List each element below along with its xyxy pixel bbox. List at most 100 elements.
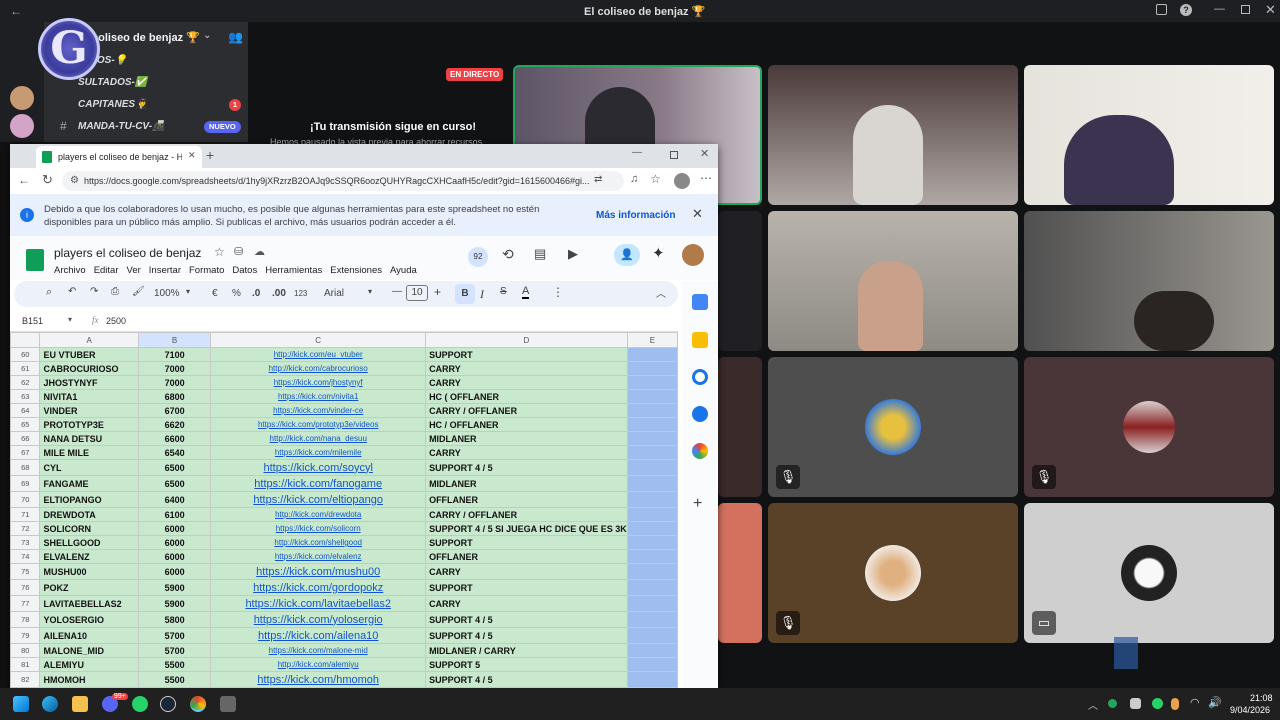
role-cell[interactable]: SUPPORT 4 / 5 [425, 671, 628, 688]
player-name-cell[interactable]: DREWDOTA [39, 507, 139, 522]
empty-cell[interactable] [626, 375, 678, 390]
more-menu-icon[interactable]: ⋯ [700, 171, 712, 185]
doc-title[interactable]: players el coliseo de benjaz [54, 246, 201, 260]
player-name-cell[interactable]: PROTOTYP3E [39, 417, 139, 432]
channel-item[interactable]: # MANDA-TU-CV-📠 NUEVO [48, 118, 244, 136]
role-cell[interactable]: OFFLANER [425, 549, 628, 564]
role-cell[interactable]: SUPPORT [425, 579, 628, 596]
player-name-cell[interactable]: VINDER [39, 403, 139, 418]
link-cell[interactable]: https://kick.com/soycyl [210, 459, 427, 476]
strikethrough-icon[interactable]: S [500, 286, 507, 297]
back-icon[interactable]: ← [18, 173, 30, 187]
role-cell[interactable]: CARRY [425, 445, 628, 460]
menu-item[interactable]: Ver [127, 265, 141, 276]
link-cell[interactable]: https://kick.com/ailena10 [210, 627, 427, 644]
player-name-cell[interactable]: MALONE_MID [39, 643, 139, 658]
row-number[interactable]: 72 [10, 521, 41, 536]
chrome-icon[interactable] [190, 696, 206, 712]
video-tile-participant[interactable] [1024, 65, 1274, 205]
empty-cell[interactable] [626, 475, 678, 492]
value-cell[interactable]: 6100 [137, 507, 212, 522]
collapse-toolbar-icon[interactable]: ︿ [656, 285, 666, 300]
value-cell[interactable]: 7100 [137, 347, 212, 362]
increase-font-size-icon[interactable]: + [434, 285, 441, 299]
link-cell[interactable]: http://kick.com/alemiyu [210, 657, 427, 672]
player-name-cell[interactable]: NANA DETSU [39, 431, 139, 446]
empty-cell[interactable] [626, 671, 678, 688]
value-cell[interactable]: 6620 [137, 417, 212, 432]
close-icon[interactable]: ✕ [700, 147, 709, 160]
link-cell[interactable]: http://kick.com/drewdota [210, 507, 427, 522]
minimize-icon[interactable]: — [1214, 3, 1225, 15]
link-cell[interactable]: https://kick.com/jhostynyf [210, 375, 427, 390]
role-cell[interactable]: MIDLANER [425, 431, 628, 446]
new-tab-icon[interactable]: + [206, 147, 214, 163]
dismiss-banner-icon[interactable]: ✕ [692, 206, 703, 222]
role-cell[interactable]: CARRY / OFFLANER [425, 403, 628, 418]
value-cell[interactable]: 6000 [137, 535, 212, 550]
maximize-icon[interactable] [670, 151, 678, 159]
more-options-icon[interactable]: ⋮ [552, 285, 564, 299]
row-number[interactable]: 81 [10, 657, 41, 672]
role-cell[interactable]: SUPPORT 4 / 5 [425, 627, 628, 644]
select-all-corner[interactable] [10, 332, 41, 348]
row-number[interactable]: 71 [10, 507, 41, 522]
currency-format-button[interactable]: € [212, 288, 218, 299]
number-format-button[interactable]: 123 [294, 289, 307, 298]
value-cell[interactable]: 7000 [137, 375, 212, 390]
link-cell[interactable]: https://kick.com/elvalenz [210, 549, 427, 564]
empty-cell[interactable] [626, 445, 678, 460]
tab-close-icon[interactable]: ✕ [188, 150, 196, 161]
add-member-icon[interactable]: 👥 [228, 30, 243, 44]
value-cell[interactable]: 5500 [137, 657, 212, 672]
tray-overflow-icon[interactable]: ︿ [1088, 697, 1098, 712]
player-name-cell[interactable]: CYL [39, 459, 139, 476]
meet-icon[interactable]: ▶ [568, 246, 578, 262]
site-info-icon[interactable]: ⚙ [70, 175, 79, 186]
value-cell[interactable]: 7000 [137, 361, 212, 376]
share-button[interactable]: 👤 [614, 244, 640, 266]
bookmark-star-icon[interactable]: ☆ [650, 172, 661, 186]
browser-tab[interactable]: players el coliseo de benjaz - Hoja ✕ [36, 146, 202, 168]
player-name-cell[interactable]: HMOMOH [39, 671, 139, 688]
move-folder-icon[interactable]: ⛁ [234, 245, 243, 258]
link-cell[interactable]: https://kick.com/lavitaebellas2 [210, 595, 427, 612]
server-icon[interactable] [10, 86, 34, 110]
video-tile-participant[interactable] [768, 65, 1018, 205]
empty-cell[interactable] [626, 579, 678, 596]
link-cell[interactable]: https://kick.com/milemile [210, 445, 427, 460]
column-header[interactable]: D [425, 332, 628, 348]
video-tile-participant[interactable] [1024, 211, 1274, 351]
calendar-icon[interactable] [692, 294, 708, 310]
row-number[interactable]: 70 [10, 491, 41, 508]
link-cell[interactable]: https://kick.com/nivita1 [210, 389, 427, 404]
chevron-down-icon[interactable]: ▾ [368, 287, 372, 296]
menu-item[interactable]: Archivo [54, 265, 86, 276]
value-cell[interactable]: 5900 [137, 579, 212, 596]
player-name-cell[interactable]: SHELLGOOD [39, 535, 139, 550]
maps-icon[interactable] [692, 443, 708, 459]
bold-button[interactable]: B [455, 284, 475, 304]
player-name-cell[interactable]: MUSHU00 [39, 563, 139, 580]
video-tile-participant[interactable] [768, 211, 1018, 351]
link-cell[interactable]: http://kick.com/eu_vtuber [210, 347, 427, 362]
menu-item[interactable]: Editar [94, 265, 119, 276]
tasks-icon[interactable] [692, 369, 708, 385]
role-cell[interactable]: HC ( OFFLANER [425, 389, 628, 404]
search-menus-icon[interactable]: ⌕ [46, 286, 52, 299]
link-cell[interactable]: http://kick.com/nana_desuu [210, 431, 427, 446]
row-number[interactable]: 67 [10, 445, 41, 460]
profile-avatar[interactable] [674, 173, 690, 189]
column-header[interactable]: A [39, 332, 139, 348]
value-cell[interactable]: 5700 [137, 627, 212, 644]
role-cell[interactable]: CARRY / OFFLANER [425, 507, 628, 522]
redo-icon[interactable]: ↷ [90, 286, 98, 297]
menu-item[interactable]: Datos [232, 265, 257, 276]
player-name-cell[interactable]: CABROCURIOSO [39, 361, 139, 376]
empty-cell[interactable] [626, 431, 678, 446]
more-info-link[interactable]: Más información [596, 210, 675, 221]
value-cell[interactable]: 6000 [137, 521, 212, 536]
row-number[interactable]: 69 [10, 475, 41, 492]
link-cell[interactable]: https://kick.com/eltiopango [210, 491, 427, 508]
tray-app-icon[interactable] [1108, 699, 1117, 708]
